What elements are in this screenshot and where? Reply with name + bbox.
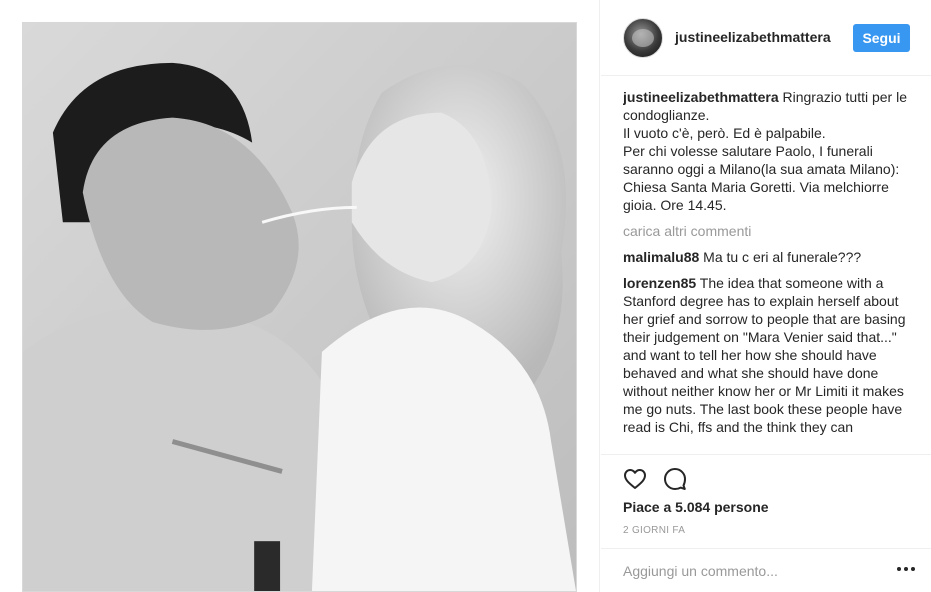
post-header: justineelizabethmattera Segui bbox=[601, 0, 931, 76]
comment-input[interactable] bbox=[623, 561, 873, 581]
more-options-icon[interactable] bbox=[897, 567, 915, 573]
comment-username[interactable]: lorenzen85 bbox=[623, 275, 696, 291]
post-timestamp[interactable]: 2 GIORNI FA bbox=[623, 525, 685, 536]
post-photo[interactable] bbox=[22, 22, 577, 592]
heart-icon[interactable] bbox=[623, 467, 647, 491]
load-more-comments[interactable]: carica altri commenti bbox=[623, 222, 919, 240]
add-comment-bar bbox=[601, 548, 931, 592]
comment-text: Ma tu c eri al funerale??? bbox=[703, 249, 862, 265]
list-item: malimalu88 Ma tu c eri al funerale??? bbox=[623, 248, 919, 266]
comment-text: The idea that someone with a Stanford de… bbox=[623, 275, 906, 435]
caption-text: Ringrazio tutti per le condoglianze. Il … bbox=[623, 89, 908, 213]
list-item: lorenzen85 The idea that someone with a … bbox=[623, 274, 919, 436]
post-actions: Piace a 5.084 persone 2 GIORNI FA bbox=[601, 454, 931, 548]
post-photo-image bbox=[23, 23, 576, 591]
follow-button[interactable]: Segui bbox=[853, 24, 910, 52]
avatar[interactable] bbox=[623, 18, 663, 58]
post-media-area bbox=[0, 0, 600, 592]
comment-username[interactable]: malimalu88 bbox=[623, 249, 699, 265]
caption: justineelizabethmattera Ringrazio tutti … bbox=[623, 88, 919, 214]
likes-count[interactable]: Piace a 5.084 persone bbox=[623, 499, 769, 515]
comments-list[interactable]: justineelizabethmattera Ringrazio tutti … bbox=[623, 88, 919, 454]
comment-icon[interactable] bbox=[663, 467, 687, 491]
caption-username[interactable]: justineelizabethmattera bbox=[623, 89, 779, 105]
header-username[interactable]: justineelizabethmattera bbox=[675, 29, 831, 45]
post-side-panel: justineelizabethmattera Segui justineeli… bbox=[601, 0, 931, 592]
